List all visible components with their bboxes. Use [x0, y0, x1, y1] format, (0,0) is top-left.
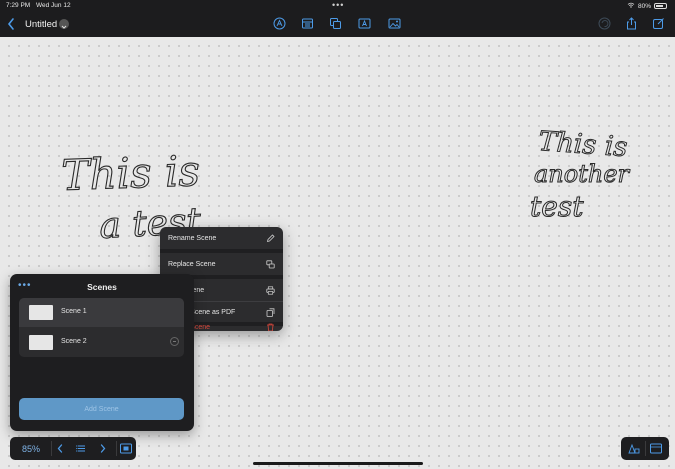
- home-indicator[interactable]: [253, 462, 423, 465]
- scenes-panel: ••• Scenes Scene 1 Scene 2 Add Scene: [10, 274, 194, 431]
- text-icon[interactable]: [358, 17, 371, 30]
- scenes-title: Scenes: [87, 282, 117, 292]
- previous-scene-chevron-left-icon[interactable]: [53, 441, 67, 456]
- pen-tool-icon[interactable]: [273, 17, 286, 30]
- layers-shapes-icon[interactable]: [627, 441, 641, 456]
- status-date: Wed Jun 12: [36, 2, 71, 9]
- divider: [645, 441, 646, 456]
- printer-icon: [266, 285, 275, 295]
- undo-icon[interactable]: [598, 17, 611, 30]
- scene-list: Scene 1 Scene 2: [19, 298, 184, 357]
- bottom-toolbar: 85%: [10, 437, 136, 460]
- scene-thumbnail: [29, 305, 53, 320]
- grid-icon[interactable]: [301, 17, 314, 30]
- battery-percent: 80%: [637, 2, 651, 10]
- pencil-icon: [266, 233, 275, 243]
- document-title[interactable]: Untitled: [25, 19, 57, 30]
- divider: [51, 441, 52, 456]
- scene-thumbnail: [29, 335, 53, 350]
- menu-item-replace-scene[interactable]: Replace Scene: [160, 253, 283, 275]
- scene-label: Scene 2: [61, 338, 87, 345]
- battery-icon: [654, 3, 667, 9]
- scene-row[interactable]: Scene 1: [19, 298, 184, 327]
- compose-icon[interactable]: [652, 17, 665, 30]
- top-bar: 7:29 PM Wed Jun 12 ••• 80% Untitled: [0, 0, 675, 37]
- add-scene-button[interactable]: Add Scene: [19, 398, 184, 420]
- status-time: 7:29 PM: [6, 2, 31, 9]
- right-toolbar: [621, 437, 669, 460]
- wifi-icon: [627, 2, 635, 10]
- scene-row[interactable]: Scene 2: [19, 328, 184, 357]
- remove-scene-icon[interactable]: [170, 337, 179, 346]
- image-icon[interactable]: [388, 17, 401, 30]
- trash-icon: [266, 323, 275, 332]
- shapes-icon[interactable]: [329, 17, 342, 30]
- replace-icon: [266, 259, 275, 269]
- multitasking-dots[interactable]: •••: [332, 0, 344, 10]
- back-chevron-left-icon[interactable]: [6, 17, 16, 31]
- zoom-level[interactable]: 85%: [12, 440, 50, 457]
- status-indicators: 80%: [627, 2, 667, 10]
- scene-label: Scene 1: [61, 308, 87, 315]
- menu-item-rename-scene[interactable]: Rename Scene: [160, 227, 283, 249]
- title-menu-chevron-down-icon[interactable]: [59, 19, 69, 29]
- presentation-icon[interactable]: [119, 441, 133, 456]
- sidebar-icon[interactable]: [649, 441, 663, 456]
- share-icon[interactable]: [625, 17, 638, 30]
- divider: [116, 441, 117, 456]
- scene-list-icon[interactable]: [74, 441, 88, 456]
- next-scene-chevron-right-icon[interactable]: [96, 441, 110, 456]
